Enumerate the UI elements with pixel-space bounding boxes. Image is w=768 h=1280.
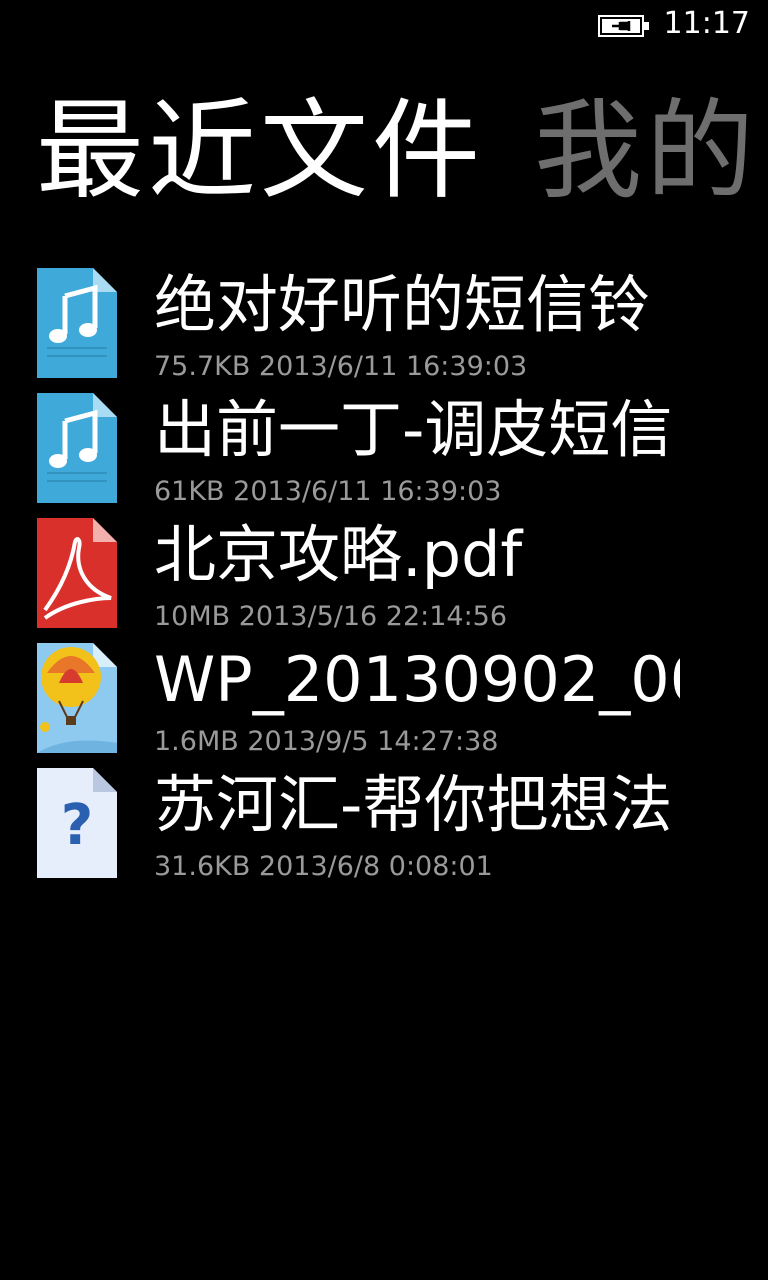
status-bar: 11:17 — [0, 0, 768, 50]
music-file-icon — [37, 393, 117, 503]
file-name: 出前一丁-调皮短信 — [154, 393, 673, 466]
file-meta: 61KB 2013/6/11 16:39:03 — [154, 476, 502, 507]
battery-charging-icon — [598, 15, 649, 37]
clock: 11:17 — [663, 6, 750, 41]
file-name: 苏河汇-帮你把想法 — [154, 768, 673, 841]
svg-text:?: ? — [61, 793, 93, 858]
music-file-icon — [37, 268, 117, 378]
file-meta: 75.7KB 2013/6/11 16:39:03 — [154, 351, 528, 382]
file-name: 北京攻略.pdf — [154, 518, 523, 591]
list-item[interactable]: 北京攻略.pdf 10MB 2013/5/16 22:14:56 — [0, 514, 768, 634]
pivot-header: 最近文件 我的 — [0, 92, 768, 212]
file-meta: 1.6MB 2013/9/5 14:27:38 — [154, 726, 499, 757]
list-item[interactable]: ? 苏河汇-帮你把想法 31.6KB 2013/6/8 0:08:01 — [0, 764, 768, 884]
file-meta: 31.6KB 2013/6/8 0:08:01 — [154, 851, 493, 882]
pdf-file-icon — [37, 518, 117, 628]
tab-recent-files[interactable]: 最近文件 — [36, 92, 484, 212]
tab-my[interactable]: 我的 — [534, 92, 758, 212]
list-item[interactable]: 绝对好听的短信铃 75.7KB 2013/6/11 16:39:03 — [0, 264, 768, 384]
image-file-icon — [37, 643, 117, 753]
file-name: WP_20130902_009 — [154, 643, 680, 716]
unknown-file-icon: ? — [37, 768, 117, 878]
file-name: 绝对好听的短信铃 — [154, 268, 651, 341]
list-item[interactable]: WP_20130902_009 1.6MB 2013/9/5 14:27:38 — [0, 639, 768, 759]
list-item[interactable]: 出前一丁-调皮短信 61KB 2013/6/11 16:39:03 — [0, 389, 768, 509]
file-meta: 10MB 2013/5/16 22:14:56 — [154, 601, 508, 632]
